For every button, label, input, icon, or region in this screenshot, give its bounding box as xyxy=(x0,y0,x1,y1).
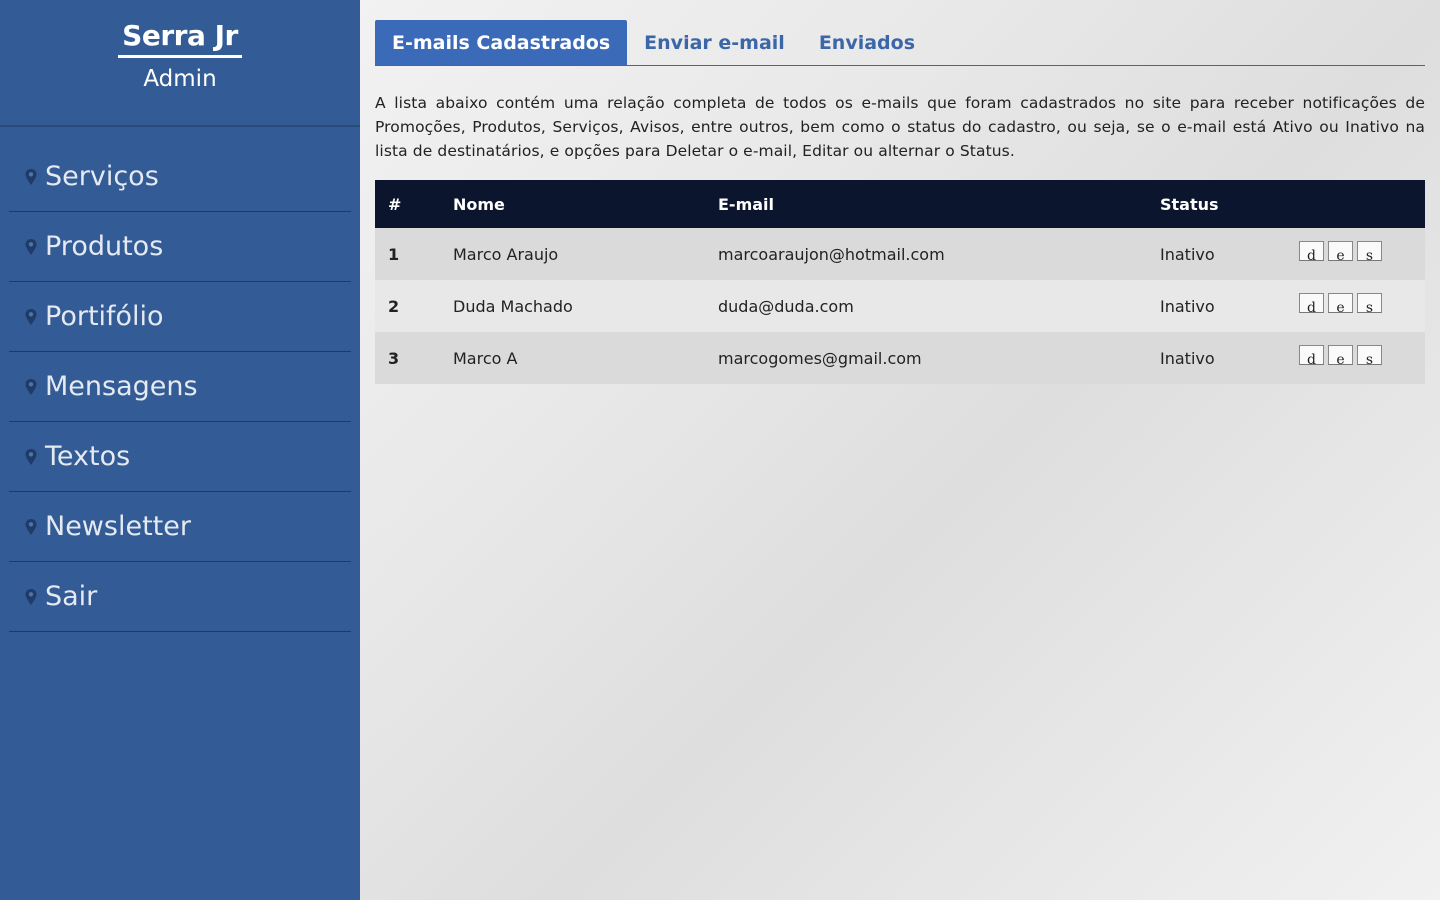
table-row: 1 Marco Araujo marcoaraujon@hotmail.com … xyxy=(375,228,1425,280)
sidebar-item-label: Serviços xyxy=(45,161,159,192)
delete-button[interactable]: d xyxy=(1299,241,1324,262)
intro-text: A lista abaixo contém uma relação comple… xyxy=(375,94,1425,160)
row-email: marcogomes@gmail.com xyxy=(718,332,1160,384)
sidebar-item-newsletter[interactable]: Newsletter xyxy=(9,492,351,562)
sidebar-nav: Serviços Produtos Portifólio Mensagens T… xyxy=(0,142,360,632)
row-name: Marco Araujo xyxy=(453,228,718,280)
sidebar-item-servicos[interactable]: Serviços xyxy=(9,142,351,212)
sidebar-item-produtos[interactable]: Produtos xyxy=(9,212,351,282)
toggle-status-button[interactable]: s xyxy=(1357,345,1382,366)
sidebar-item-label: Sair xyxy=(45,581,98,612)
row-actions: des xyxy=(1299,332,1425,384)
toggle-status-button[interactable]: s xyxy=(1357,241,1382,262)
edit-button[interactable]: e xyxy=(1328,345,1353,366)
tab-emails-cadastrados[interactable]: E-mails Cadastrados xyxy=(375,20,628,65)
sidebar-item-textos[interactable]: Textos xyxy=(9,422,351,492)
sidebar-item-label: Produtos xyxy=(45,231,164,262)
column-header-num: # xyxy=(375,180,453,228)
map-pin-icon xyxy=(25,308,37,325)
sidebar-item-label: Newsletter xyxy=(45,511,191,542)
emails-table: # Nome E-mail Status 1 Marco Araujo marc… xyxy=(375,180,1425,384)
map-pin-icon xyxy=(25,518,37,535)
column-header-name: Nome xyxy=(453,180,718,228)
row-actions: des xyxy=(1299,280,1425,332)
sidebar-item-label: Mensagens xyxy=(45,371,198,402)
sidebar-item-label: Portifólio xyxy=(45,301,164,332)
tab-enviados[interactable]: Enviados xyxy=(802,20,932,65)
toggle-status-button[interactable]: s xyxy=(1357,293,1382,314)
brand-title[interactable]: Serra Jr xyxy=(118,20,242,58)
row-status: Inativo xyxy=(1160,228,1299,280)
row-num: 1 xyxy=(375,228,453,280)
column-header-email: E-mail xyxy=(718,180,1160,228)
row-num: 3 xyxy=(375,332,453,384)
main-content: E-mails Cadastrados Enviar e-mail Enviad… xyxy=(375,20,1425,384)
row-status: Inativo xyxy=(1160,332,1299,384)
sidebar: Serra Jr Admin Serviços Produtos Portifó… xyxy=(0,0,360,900)
tab-bar: E-mails Cadastrados Enviar e-mail Enviad… xyxy=(375,20,1425,66)
row-email: duda@duda.com xyxy=(718,280,1160,332)
table-header-row: # Nome E-mail Status xyxy=(375,180,1425,228)
map-pin-icon xyxy=(25,168,37,185)
sidebar-item-label: Textos xyxy=(45,441,131,472)
map-pin-icon xyxy=(25,448,37,465)
sidebar-item-mensagens[interactable]: Mensagens xyxy=(9,352,351,422)
row-actions: des xyxy=(1299,228,1425,280)
map-pin-icon xyxy=(25,378,37,395)
map-pin-icon xyxy=(25,588,37,605)
brand-subtitle: Admin xyxy=(143,66,217,92)
tab-enviar-email[interactable]: Enviar e-mail xyxy=(627,20,802,65)
delete-button[interactable]: d xyxy=(1299,293,1324,314)
brand: Serra Jr Admin xyxy=(0,0,360,127)
column-header-actions xyxy=(1299,180,1425,228)
sidebar-item-sair[interactable]: Sair xyxy=(9,562,351,632)
row-num: 2 xyxy=(375,280,453,332)
map-pin-icon xyxy=(25,238,37,255)
sidebar-item-portifolio[interactable]: Portifólio xyxy=(9,282,351,352)
edit-button[interactable]: e xyxy=(1328,293,1353,314)
row-status: Inativo xyxy=(1160,280,1299,332)
edit-button[interactable]: e xyxy=(1328,241,1353,262)
row-name: Marco A xyxy=(453,332,718,384)
column-header-status: Status xyxy=(1160,180,1299,228)
row-name: Duda Machado xyxy=(453,280,718,332)
table-row: 2 Duda Machado duda@duda.com Inativo des xyxy=(375,280,1425,332)
delete-button[interactable]: d xyxy=(1299,345,1324,366)
table-row: 3 Marco A marcogomes@gmail.com Inativo d… xyxy=(375,332,1425,384)
row-email: marcoaraujon@hotmail.com xyxy=(718,228,1160,280)
